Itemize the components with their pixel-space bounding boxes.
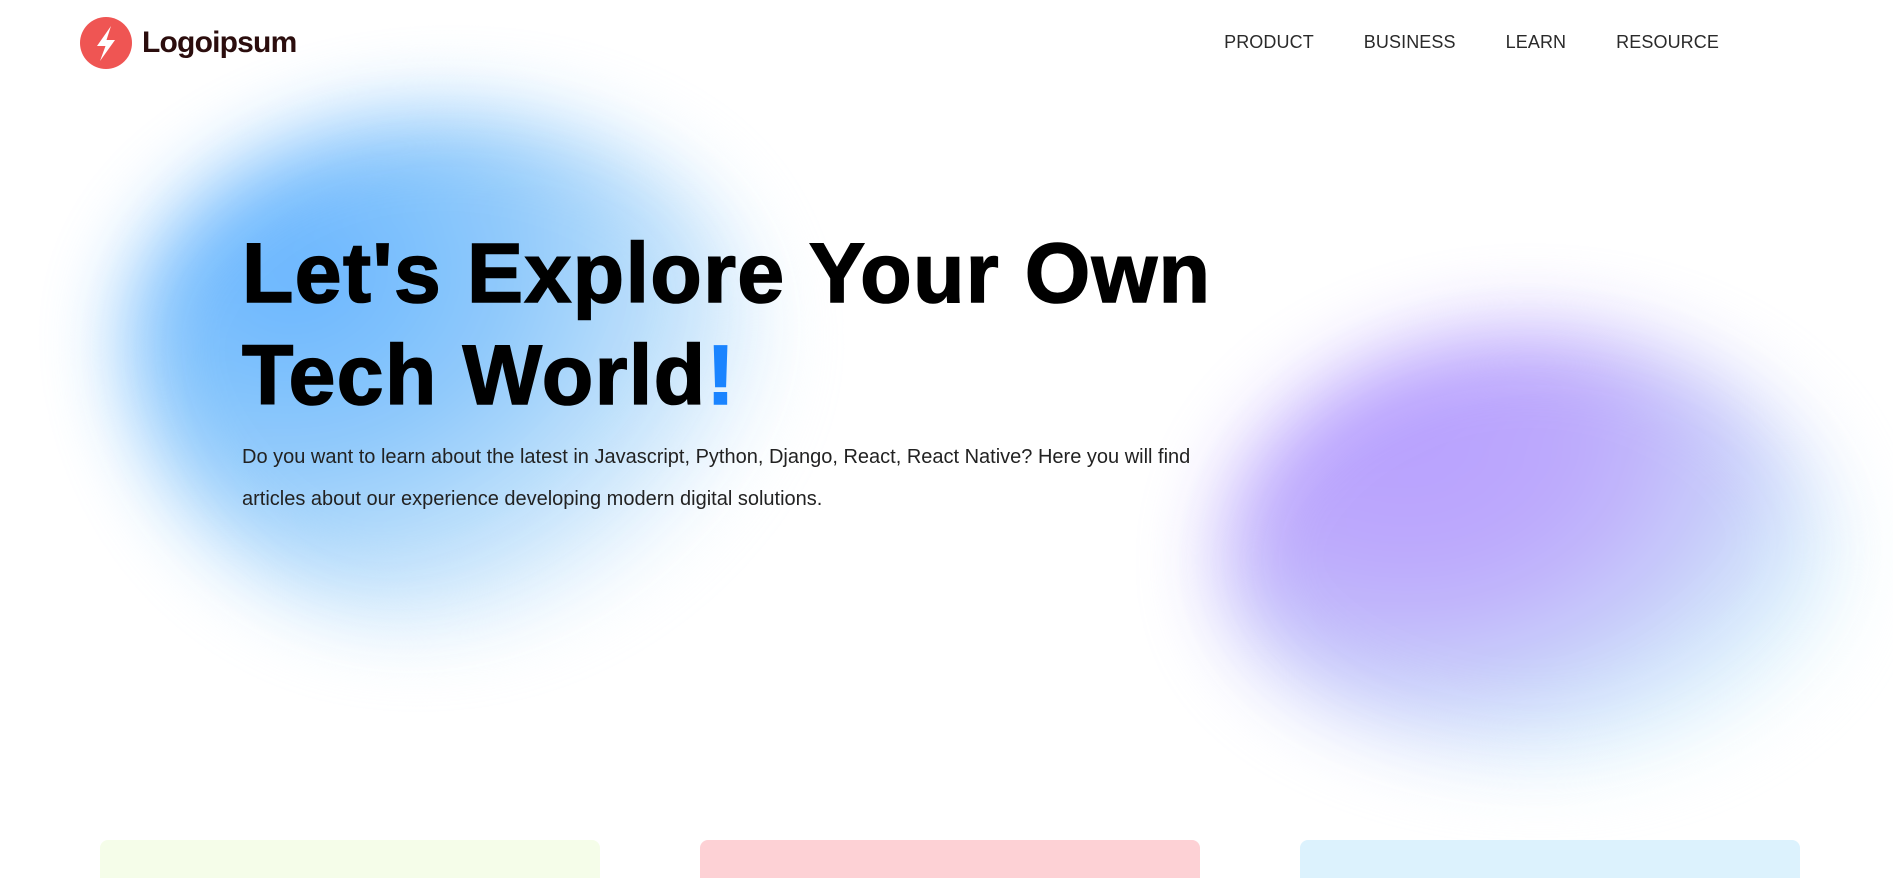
nav-learn[interactable]: LEARN [1506, 32, 1567, 53]
logo-text: Logoipsum [142, 26, 297, 59]
decorative-purple-blob [1220, 330, 1840, 760]
nav-resource[interactable]: RESOURCE [1616, 32, 1719, 53]
page: Logoipsum PRODUCT BUSINESS LEARN RESOURC… [0, 0, 1893, 878]
hero-description: Do you want to learn about the latest in… [242, 446, 1191, 510]
feature-card-3[interactable] [1300, 840, 1800, 878]
feature-card-2[interactable] [700, 840, 1200, 878]
main-nav: PRODUCT BUSINESS LEARN RESOURCE [1174, 32, 1719, 53]
nav-product[interactable]: PRODUCT [1224, 32, 1314, 53]
nav-business[interactable]: BUSINESS [1364, 32, 1456, 53]
lightning-bolt-icon [80, 17, 132, 69]
site-header: Logoipsum PRODUCT BUSINESS LEARN RESOURC… [0, 0, 1893, 86]
feature-card-1[interactable] [100, 840, 600, 878]
hero-section: Let's Explore Your Own Tech World! Do yo… [241, 222, 1242, 520]
hero-title: Let's Explore Your Own Tech World! [241, 222, 1242, 426]
logo-link[interactable]: Logoipsum [80, 17, 297, 69]
hero-title-accent: ! [706, 327, 737, 423]
